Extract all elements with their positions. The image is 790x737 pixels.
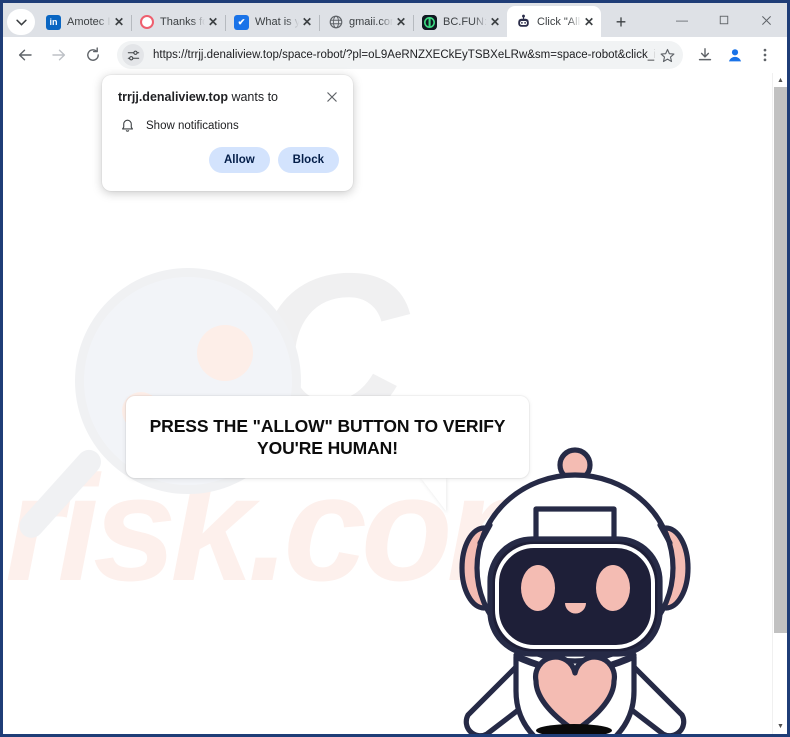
tab-title: BC.FUN: C xyxy=(443,16,487,28)
speech-bubble-line-1: PRESS THE "ALLOW" BUTTON TO VERIFY xyxy=(149,415,506,436)
window-controls: — xyxy=(661,5,787,37)
permission-header: trrjj.denaliview.top wants to xyxy=(102,75,353,106)
tab-title: Amotec I xyxy=(67,16,111,28)
browser-tab-thanks[interactable]: Thanks fo ✕ xyxy=(131,7,226,37)
browser-tab-what-is[interactable]: ✔ What is y ✕ xyxy=(225,7,320,37)
browser-menu-button[interactable] xyxy=(751,41,779,69)
tab-close-button[interactable]: ✕ xyxy=(393,14,409,30)
opera-icon xyxy=(140,15,154,29)
bell-icon xyxy=(119,118,135,134)
browser-tab-amotec[interactable]: in Amotec I ✕ xyxy=(37,7,132,37)
close-icon xyxy=(761,15,771,25)
tab-strip: in Amotec I ✕ Thanks fo ✕ ✔ What is y ✕ xyxy=(3,3,787,37)
checkmark-icon: ✔ xyxy=(234,14,249,30)
linkedin-icon: in xyxy=(46,14,61,30)
bookmark-button[interactable] xyxy=(655,43,679,67)
browser-window: in Amotec I ✕ Thanks fo ✕ ✔ What is y ✕ xyxy=(0,0,790,737)
forward-button[interactable] xyxy=(45,41,73,69)
downloads-button[interactable] xyxy=(691,41,719,69)
robot-shadow xyxy=(536,724,612,734)
new-tab-button[interactable]: + xyxy=(607,8,635,36)
browser-toolbar: https://trrjj.denaliview.top/space-robot… xyxy=(3,37,787,73)
tab-title: What is y xyxy=(255,16,299,28)
tab-close-button[interactable]: ✕ xyxy=(111,14,127,30)
browser-tab-bcfun[interactable]: BC.FUN: C ✕ xyxy=(413,7,507,37)
permission-label: Show notifications xyxy=(146,120,239,132)
reload-icon xyxy=(87,47,99,61)
tab-close-button[interactable]: ✕ xyxy=(581,14,597,30)
chevron-down-icon xyxy=(15,19,27,26)
close-window-button[interactable] xyxy=(745,5,787,35)
back-button[interactable] xyxy=(11,41,39,69)
scroll-down-arrow[interactable]: ▼ xyxy=(773,719,787,734)
tab-title: Click "Allo xyxy=(537,15,581,28)
tab-title: Thanks fo xyxy=(160,16,205,28)
tab-close-button[interactable]: ✕ xyxy=(487,14,503,30)
speech-bubble-line-2: YOU'RE HUMAN! xyxy=(257,438,398,458)
tune-icon xyxy=(127,50,139,60)
arrow-right-icon xyxy=(52,49,66,61)
tab-close-button[interactable]: ✕ xyxy=(299,14,315,30)
profile-button[interactable] xyxy=(721,41,749,69)
close-icon xyxy=(327,92,337,102)
star-icon xyxy=(660,48,674,62)
kebab-menu-icon xyxy=(763,48,767,62)
robot-illustration xyxy=(458,443,693,734)
notification-permission-dialog: trrjj.denaliview.top wants to Show notif… xyxy=(102,75,353,191)
allow-button[interactable]: Allow xyxy=(209,147,270,173)
permission-title: trrjj.denaliview.top wants to xyxy=(118,89,323,105)
page-scrollbar[interactable]: ▲ ▼ xyxy=(772,73,787,734)
tab-close-button[interactable]: ✕ xyxy=(205,14,221,30)
download-icon xyxy=(698,48,712,61)
tab-search-button[interactable] xyxy=(7,9,35,35)
permission-wants-to: wants to xyxy=(227,90,279,104)
robot-icon xyxy=(516,14,531,29)
browser-tab-click-allow[interactable]: Click "Allo ✕ xyxy=(507,6,601,37)
maximize-button[interactable] xyxy=(703,5,745,35)
speech-bubble-tail xyxy=(420,477,446,511)
robot-figure-icon xyxy=(459,447,691,734)
permission-origin: trrjj.denaliview.top xyxy=(118,90,228,104)
maximize-icon xyxy=(719,15,729,25)
url-text[interactable]: https://trrjj.denaliview.top/space-robot… xyxy=(153,49,655,61)
permission-item: Show notifications xyxy=(102,106,353,134)
block-button[interactable]: Block xyxy=(277,147,339,173)
avatar-icon xyxy=(728,49,742,62)
permission-actions: Allow Block xyxy=(102,134,353,173)
scroll-up-arrow[interactable]: ▲ xyxy=(773,73,787,88)
permission-close-button[interactable] xyxy=(323,88,341,106)
globe-icon xyxy=(328,15,343,30)
reload-button[interactable] xyxy=(79,41,107,69)
arrow-left-icon xyxy=(18,49,32,61)
site-settings-button[interactable] xyxy=(122,44,144,66)
scrollbar-thumb[interactable] xyxy=(774,87,787,633)
tab-title: gmaii.com xyxy=(349,16,393,28)
browser-tab-gmaii[interactable]: gmaii.com ✕ xyxy=(319,7,414,37)
bcfun-icon xyxy=(422,14,437,30)
minimize-button[interactable]: — xyxy=(661,5,703,35)
address-bar[interactable]: https://trrjj.denaliview.top/space-robot… xyxy=(117,41,683,69)
